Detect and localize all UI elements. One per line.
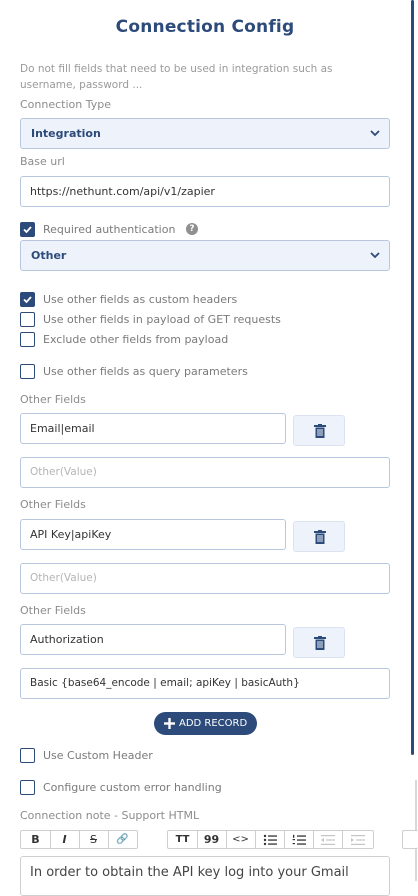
auth-type-value: Other xyxy=(31,249,67,262)
other-fields-label: Other Fields xyxy=(20,604,86,617)
outdent-button[interactable] xyxy=(313,831,343,848)
custom-header-label: Use Custom Header xyxy=(43,749,153,762)
other-field-key-input[interactable]: API Key|apiKey xyxy=(20,519,286,550)
page-title: Connection Config xyxy=(115,17,295,37)
quote-button[interactable]: 99 xyxy=(197,831,227,848)
delete-field-button[interactable] xyxy=(293,627,345,658)
block-format-toolbar: TT 99 <> xyxy=(167,830,374,849)
link-button[interactable]: 🔗 xyxy=(108,831,137,848)
option-label-exclude-fields: Exclude other fields from payload xyxy=(43,333,229,346)
outdent-icon xyxy=(320,835,335,845)
chevron-down-icon xyxy=(369,241,381,270)
italic-button[interactable]: I xyxy=(50,831,80,848)
other-fields-label: Other Fields xyxy=(20,393,86,406)
add-record-button[interactable]: ADD RECORD xyxy=(154,712,257,735)
option-checkbox-exclude-fields[interactable] xyxy=(20,332,35,347)
option-checkbox-custom-headers[interactable] xyxy=(20,292,35,307)
option-checkbox-query-params[interactable] xyxy=(20,364,35,379)
other-field-key-input[interactable]: Email|email xyxy=(20,413,286,444)
base-url-input[interactable]: https://nethunt.com/api/v1/zapier xyxy=(20,176,390,207)
other-field-value-input[interactable]: Basic {base64_encode | email; apiKey | b… xyxy=(20,668,390,699)
connection-type-value: Integration xyxy=(31,127,101,140)
delete-field-button[interactable] xyxy=(293,415,345,446)
required-auth-checkbox[interactable] xyxy=(20,222,35,237)
auth-type-select[interactable]: Other xyxy=(20,240,390,271)
other-field-value-input[interactable]: Other(Value) xyxy=(20,457,390,488)
error-handling-label: Configure custom error handling xyxy=(43,781,222,794)
option-label-custom-headers: Use other fields as custom headers xyxy=(43,293,238,306)
error-handling-checkbox[interactable] xyxy=(20,780,35,795)
other-field-key-input[interactable]: Authorization xyxy=(20,624,286,655)
trash-icon xyxy=(314,636,326,650)
connection-note-editor[interactable]: In order to obtain the API key log into … xyxy=(20,856,390,896)
help-icon[interactable]: ? xyxy=(186,223,198,235)
indent-button[interactable] xyxy=(342,831,373,848)
notice-text: Do not fill fields that need to be used … xyxy=(20,63,333,91)
bullet-list-button[interactable] xyxy=(255,831,285,848)
delete-field-button[interactable] xyxy=(293,521,345,552)
scrollbar-thumb[interactable] xyxy=(411,0,414,755)
bullet-list-icon xyxy=(263,834,277,846)
required-auth-label: Required authentication xyxy=(43,223,176,236)
option-label-get-payload: Use other fields in payload of GET reque… xyxy=(43,313,281,326)
connection-type-label: Connection Type xyxy=(20,98,112,111)
chevron-down-icon xyxy=(369,119,381,148)
option-checkbox-get-payload[interactable] xyxy=(20,312,35,327)
other-field-value-input[interactable]: Other(Value) xyxy=(20,563,390,594)
indent-icon xyxy=(350,835,365,845)
heading-button[interactable]: TT xyxy=(168,831,198,848)
connection-type-select[interactable]: Integration xyxy=(20,118,390,149)
text-format-toolbar: B I S 🔗 xyxy=(20,830,138,849)
code-button[interactable]: <> xyxy=(226,831,256,848)
numbered-list-button[interactable] xyxy=(284,831,314,848)
plus-icon xyxy=(164,718,175,729)
trash-icon xyxy=(314,530,326,544)
trash-icon xyxy=(314,424,326,438)
numbered-list-icon xyxy=(292,834,306,845)
base-url-label: Base url xyxy=(20,155,65,168)
other-fields-label: Other Fields xyxy=(20,498,86,511)
strikethrough-button[interactable]: S xyxy=(79,831,109,848)
add-record-label: ADD RECORD xyxy=(179,718,248,729)
connection-note-label: Connection note - Support HTML xyxy=(20,809,200,822)
toolbar-overflow[interactable] xyxy=(402,830,418,849)
custom-header-checkbox[interactable] xyxy=(20,748,35,763)
bold-button[interactable]: B xyxy=(21,831,51,848)
option-label-query-params: Use other fields as query parameters xyxy=(43,365,248,378)
